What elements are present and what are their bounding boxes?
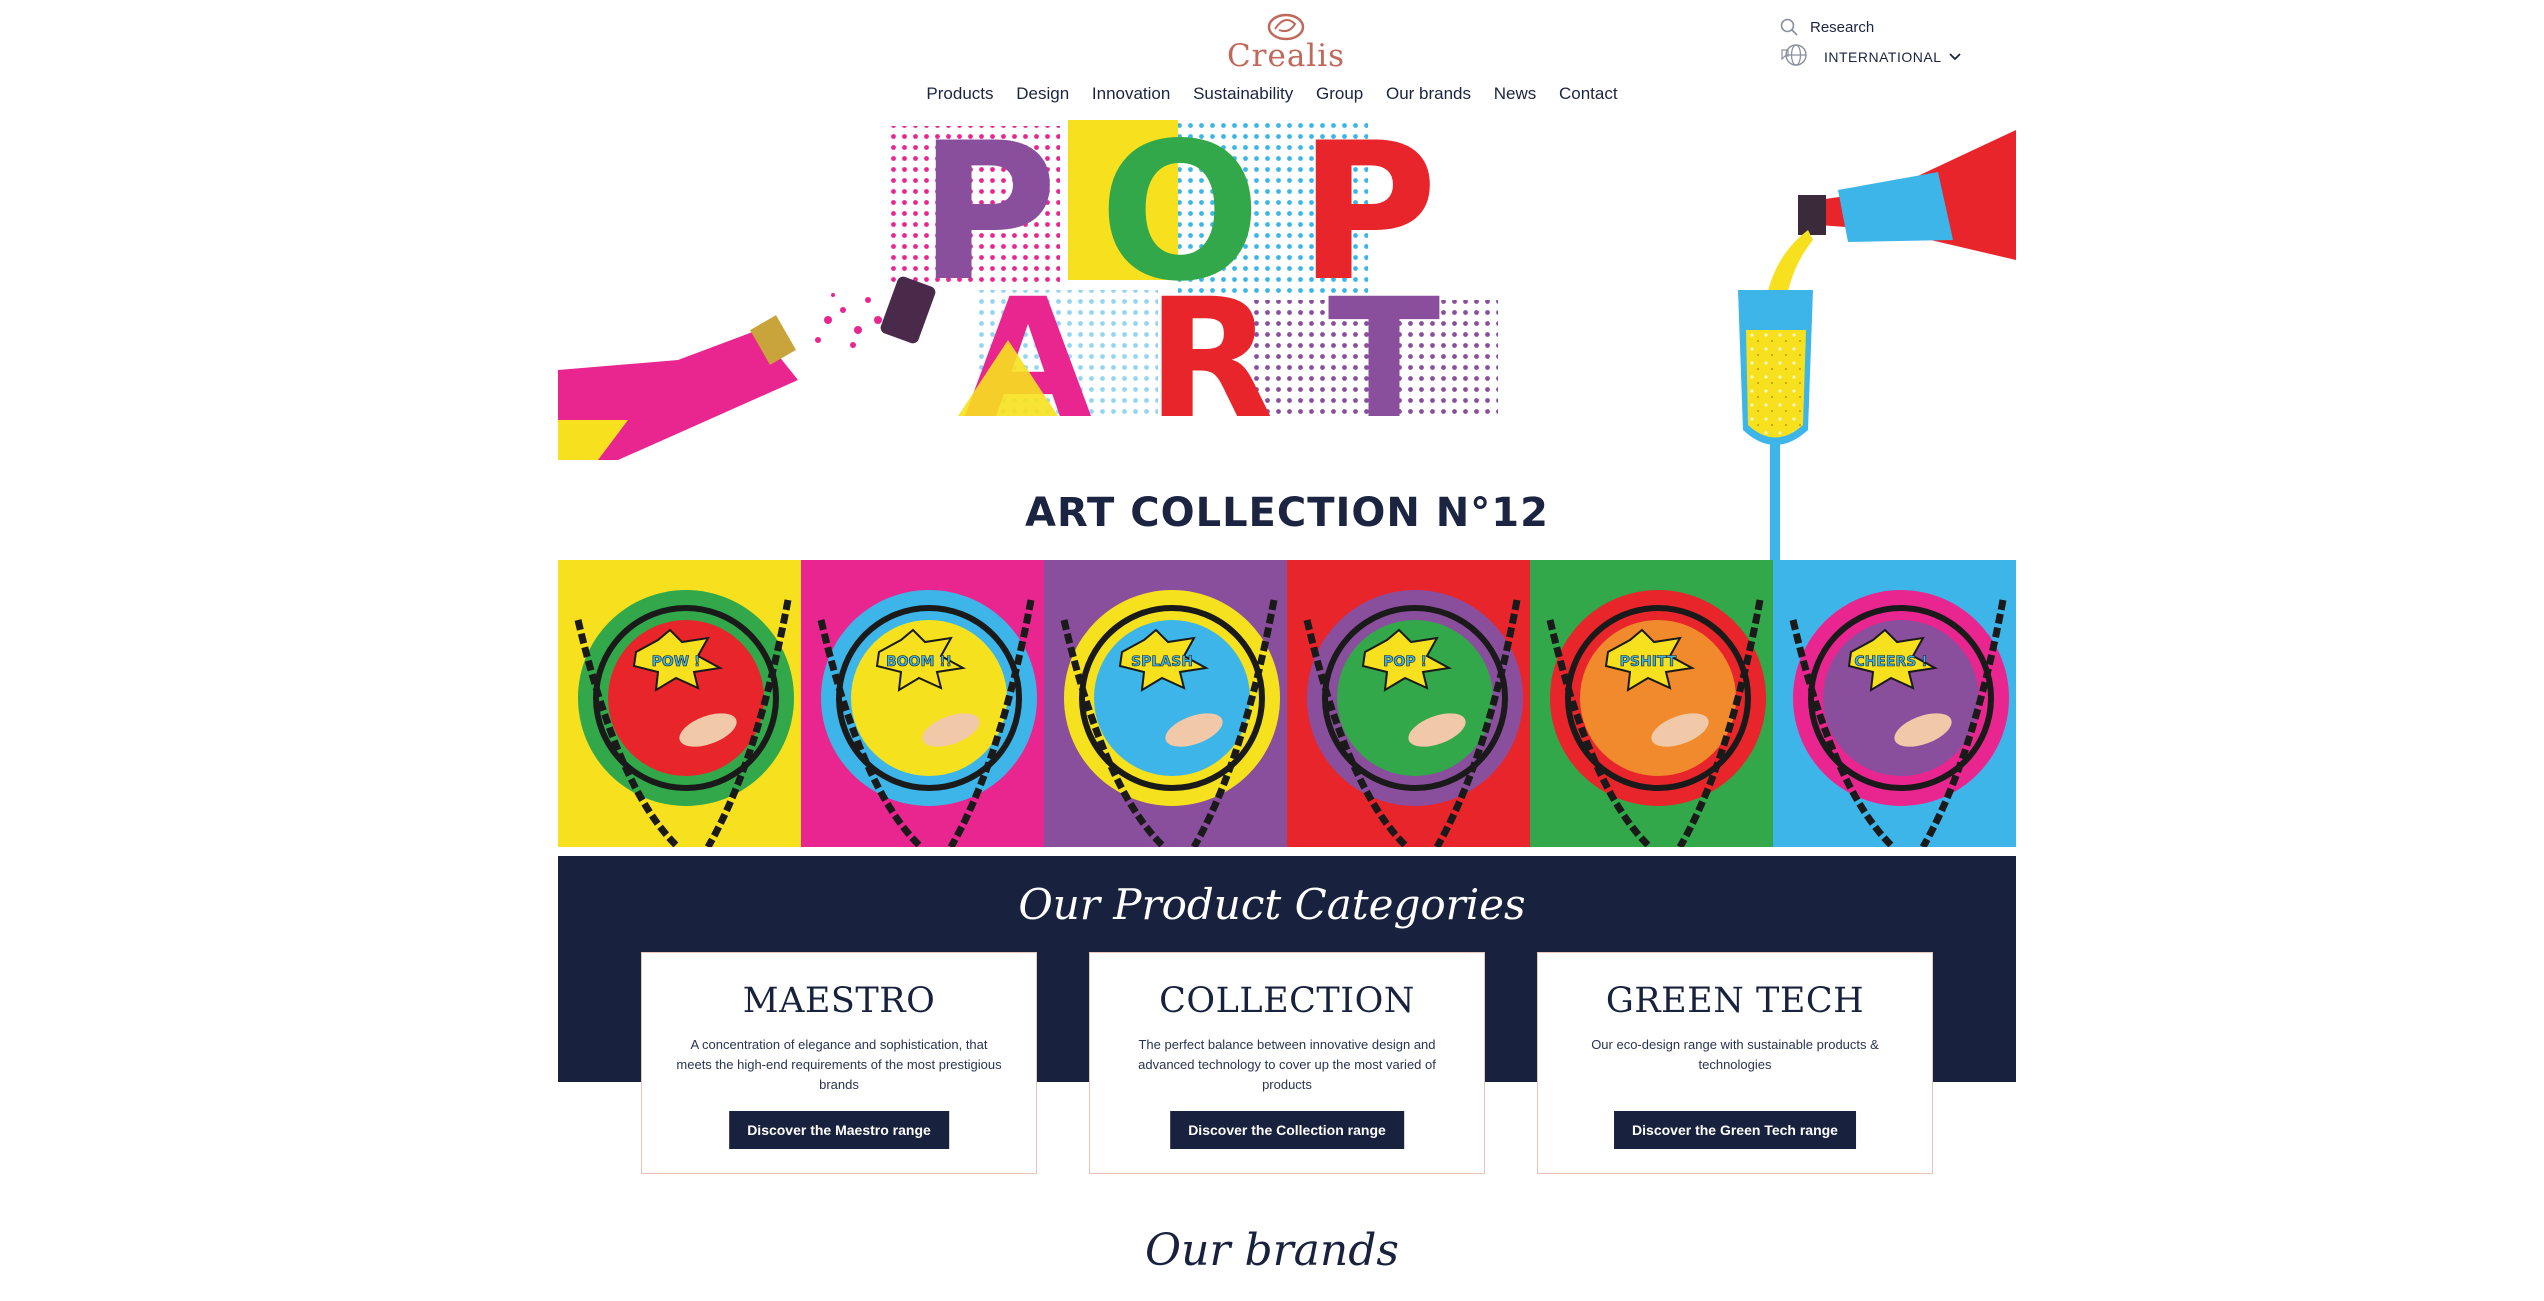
card-description: The perfect balance between innovative d… [1138,1037,1436,1092]
research-label: Research [1810,18,1875,36]
category-card-maestro: MAESTRO A concentration of elegance and … [641,952,1037,1174]
hero-letter-r: R [1146,263,1273,455]
tile-artwork: POP ! [1303,590,1523,847]
tile-burst-label: BOOM !! [886,654,952,670]
hero-title: ART COLLECTION N°12 [1025,490,1549,536]
tile-burst-label: SPLASH [1131,654,1193,670]
pop-art-tiles: POW ! BOOM !! SPLASH POP ! PSHITT CHEERS… [558,560,2016,847]
nav-news[interactable]: News [1494,84,1537,104]
tile-artwork: CHEERS ! [1789,590,2009,847]
categories-heading: Our Product Categories [1018,880,1526,929]
language-selector[interactable]: INTERNATIONAL [1780,42,1973,72]
tile-artwork: BOOM !! [817,590,1037,847]
crealis-logo[interactable]: Crealis [1226,12,1346,76]
chevron-down-icon [1949,53,1962,61]
tile-artwork: SPLASH [1060,590,1280,847]
pop-tile-6[interactable]: CHEERS ! [1773,560,2016,847]
language-label: INTERNATIONAL [1824,49,1942,65]
category-card-collection: COLLECTION The perfect balance between i… [1089,952,1485,1174]
card-title: GREEN TECH [1605,981,1865,1021]
champagne-bottle-left [558,276,936,460]
nav-design[interactable]: Design [1016,84,1069,104]
nav-products[interactable]: Products [926,84,993,104]
card-description: Our eco-design range with sustainable pr… [1591,1037,1879,1072]
discover-collection-button[interactable]: Discover the Collection range [1170,1111,1404,1149]
nav-contact[interactable]: Contact [1559,84,1618,104]
search-icon [1780,18,1798,36]
nav-group[interactable]: Group [1316,84,1363,104]
utility-menu: Research INTERNATIONAL [1780,12,1973,72]
pop-tile-5[interactable]: PSHITT [1530,560,1773,847]
category-card-green-tech: GREEN TECH Our eco-design range with sus… [1537,952,1933,1174]
card-description: A concentration of elegance and sophisti… [676,1037,1002,1092]
discover-green-tech-button[interactable]: Discover the Green Tech range [1614,1111,1856,1149]
pop-tile-1[interactable]: POW ! [558,560,801,847]
tile-burst-label: CHEERS ! [1854,654,1927,670]
hero-letter-a: A [964,263,1092,455]
globe-chat-icon [1781,44,1807,66]
brands-heading: Our brands [1145,1225,1399,1276]
nav-innovation[interactable]: Innovation [1092,84,1170,104]
discover-maestro-button[interactable]: Discover the Maestro range [729,1111,949,1149]
tile-artwork: PSHITT [1546,590,1766,847]
card-title: MAESTRO [742,981,936,1021]
nav-our-brands[interactable]: Our brands [1386,84,1471,104]
tile-burst-label: POP ! [1383,654,1427,670]
hero-banner[interactable]: P O P A R T ART COLLECTION N°12 [558,120,2016,560]
research-link[interactable]: Research [1780,12,1973,42]
hero-letter-t: T [1328,263,1441,455]
tile-burst-label: PSHITT [1620,654,1677,670]
pop-tile-2[interactable]: BOOM !! [801,560,1044,847]
tile-burst-label: POW ! [652,654,701,670]
card-title: COLLECTION [1159,981,1415,1021]
pop-tile-3[interactable]: SPLASH [1044,560,1287,847]
nav-sustainability[interactable]: Sustainability [1193,84,1293,104]
logo-text: Crealis [1226,38,1346,74]
pop-tile-4[interactable]: POP ! [1287,560,1530,847]
main-nav: Products Design Innovation Sustainabilit… [0,84,2544,104]
tile-artwork: POW ! [574,590,794,847]
